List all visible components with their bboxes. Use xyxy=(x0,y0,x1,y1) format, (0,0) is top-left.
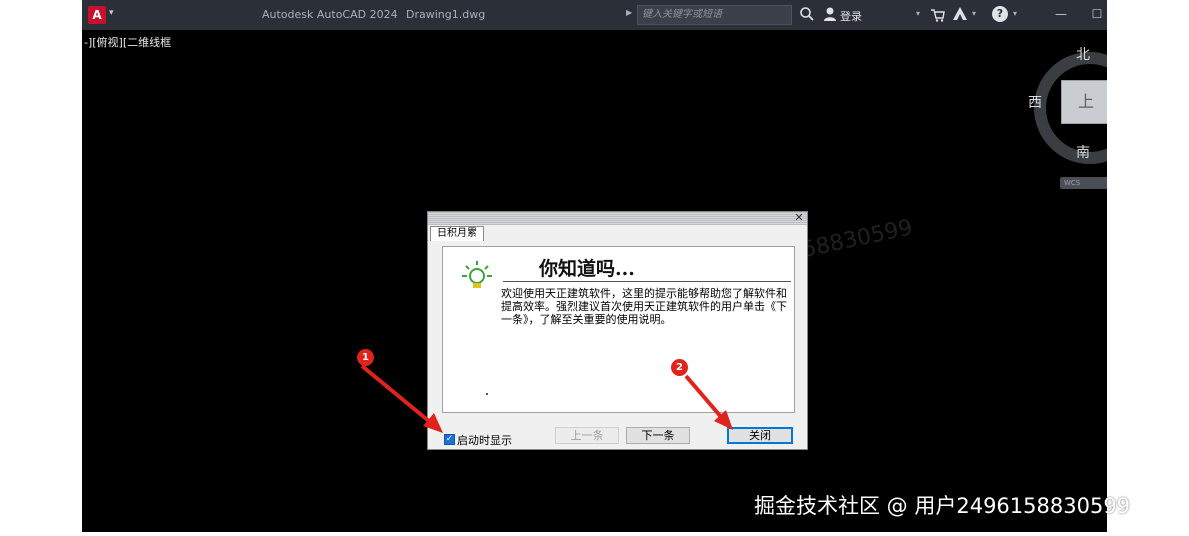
compass-south[interactable]: 南 xyxy=(1076,142,1090,162)
app-title: Autodesk AutoCAD 2024 xyxy=(262,8,398,21)
autocad-logo-icon[interactable]: A xyxy=(88,6,106,24)
viewport-controls[interactable]: -][俯视][二维线框 xyxy=(84,34,171,50)
annotation-marker-2: 2 xyxy=(671,359,688,376)
search-expand-icon[interactable]: ▶ xyxy=(626,8,632,17)
search-icon[interactable] xyxy=(799,6,815,22)
autodesk-account-icon[interactable] xyxy=(952,6,968,22)
decorative-dot xyxy=(486,393,488,395)
maximize-button[interactable]: ☐ xyxy=(1087,4,1107,24)
file-title: Drawing1.dwg xyxy=(406,8,486,21)
dialog-close-icon[interactable]: ✕ xyxy=(793,212,805,224)
minimize-button[interactable]: — xyxy=(1051,4,1071,24)
login-button[interactable]: 登录 xyxy=(840,8,862,24)
help-icon[interactable]: ? xyxy=(992,6,1008,22)
watermark-text: 掘金技术社区 @ 用户2496158830599 xyxy=(754,494,1131,518)
tip-heading: 你知道吗... xyxy=(539,258,635,280)
lightbulb-icon xyxy=(462,261,492,288)
checkbox-checked-icon[interactable]: ✓ xyxy=(444,434,455,445)
account-caret-icon[interactable]: ▾ xyxy=(972,9,976,18)
close-button[interactable]: 关闭 xyxy=(727,427,793,444)
app-menu-caret-icon[interactable]: ▾ xyxy=(109,8,114,18)
annotation-marker-1: 1 xyxy=(357,349,374,366)
heading-divider xyxy=(503,281,791,282)
next-tip-button[interactable]: 下一条 xyxy=(626,427,690,444)
tip-of-the-day-dialog: ✕ 日积月累 你知道吗... 欢迎使用天正建筑软件，这里的提示能够帮助您了解软件… xyxy=(427,211,808,450)
login-caret-icon[interactable]: ▾ xyxy=(916,9,920,18)
screenshot: A ▾ Autodesk AutoCAD 2024 Drawing1.dwg ▶… xyxy=(0,0,1189,536)
viewcube-top-face[interactable]: 上 xyxy=(1061,80,1107,124)
prev-tip-button[interactable]: 上一条 xyxy=(555,427,619,444)
compass-west[interactable]: 西 xyxy=(1028,92,1042,112)
viewcube[interactable]: 上 北 西 南 WCS xyxy=(1028,44,1107,204)
dialog-title-bar[interactable] xyxy=(428,212,807,225)
tip-content-panel: 你知道吗... 欢迎使用天正建筑软件，这里的提示能够帮助您了解软件和提高效率。强… xyxy=(442,246,795,413)
compass-north[interactable]: 北 xyxy=(1076,44,1090,64)
help-caret-icon[interactable]: ▾ xyxy=(1013,9,1017,18)
title-bar: A ▾ Autodesk AutoCAD 2024 Drawing1.dwg ▶… xyxy=(82,0,1107,30)
search-input[interactable]: 键入关键字或短语 xyxy=(637,5,792,25)
tab-tips[interactable]: 日积月累 xyxy=(430,226,484,241)
tip-text: 欢迎使用天正建筑软件，这里的提示能够帮助您了解软件和提高效率。强烈建议首次使用天… xyxy=(501,287,787,326)
show-at-startup-checkbox[interactable]: ✓ 启动时显示 xyxy=(444,429,512,447)
cart-icon[interactable] xyxy=(930,7,946,23)
wcs-menu[interactable]: WCS xyxy=(1060,177,1107,189)
user-icon[interactable] xyxy=(822,6,838,22)
show-at-startup-label[interactable]: 启动时显示 xyxy=(457,432,512,448)
